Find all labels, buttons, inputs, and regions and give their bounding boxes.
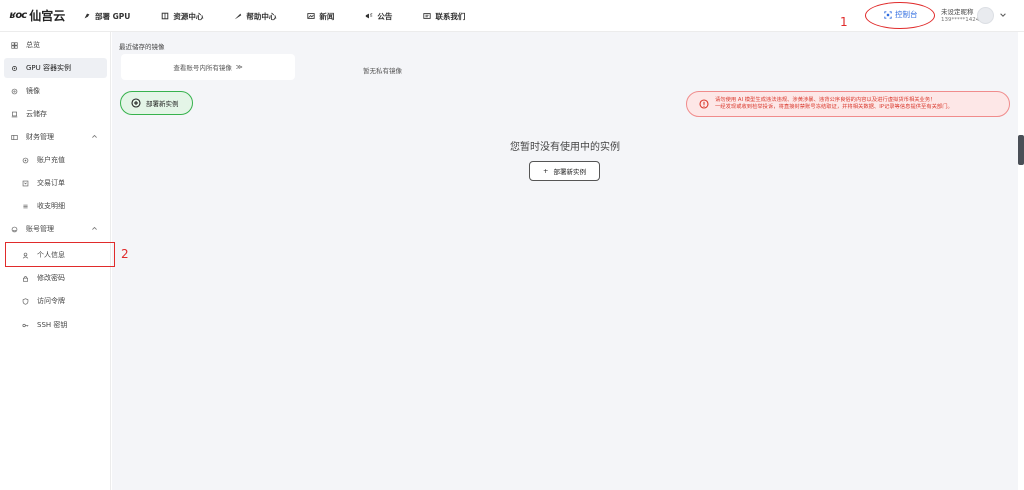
book-icon — [162, 12, 169, 20]
side-scroll-handle[interactable] — [1018, 135, 1024, 165]
sidebar-item-label: 交易订单 — [37, 179, 65, 187]
sidebar-item-label: 账号管理 — [26, 225, 54, 233]
policy-warning: 请勿使用 AI 模型生成违法违规、涉黄涉暴、违背公序良俗的内容以及进行虚拟货币相… — [686, 91, 1010, 117]
plus-icon: + — [543, 167, 549, 175]
avatar[interactable] — [977, 7, 994, 24]
annotation-number-1: 1 — [840, 15, 848, 29]
main-content: 最近储存的镜像 查看账号内所有镜像 ≫ 暂无私有镜像 部署新实例 请勿使用 AI… — [112, 32, 1018, 490]
view-all-images-button[interactable]: 查看账号内所有镜像 ≫ — [121, 54, 295, 80]
rocket-icon — [84, 13, 90, 19]
chevron-down-icon[interactable] — [999, 11, 1007, 19]
deploy-instance-button[interactable]: 部署新实例 — [120, 91, 193, 115]
sidebar-item-transactions[interactable]: 收支明细 — [4, 196, 107, 216]
warning-line-1: 请勿使用 AI 模型生成违法违规、涉黄涉暴、违背公序良俗的内容以及进行虚拟货币相… — [715, 97, 936, 103]
account-icon — [11, 226, 18, 232]
nav-label: 资源中心 — [173, 11, 204, 21]
view-all-label: 查看账号内所有镜像 — [173, 64, 232, 72]
feather-icon — [235, 13, 242, 20]
sidebar-item-overview[interactable]: 总览 — [4, 35, 107, 55]
nav-help-center[interactable]: 帮助中心 — [234, 11, 276, 22]
lock-icon — [23, 275, 28, 282]
sidebar-item-label: 镜像 — [26, 87, 40, 95]
key-icon — [22, 323, 29, 327]
warning-text: 请勿使用 AI 模型生成违法违规、涉黄涉暴、违背公序良俗的内容以及进行虚拟货币相… — [715, 97, 953, 111]
annotation-number-2: 2 — [121, 247, 129, 261]
sidebar-item-label: 收支明细 — [37, 202, 65, 210]
sidebar-item-access-token[interactable]: 访问令牌 — [4, 291, 107, 311]
deploy-new-instance-button[interactable]: + 部署新实例 — [529, 161, 600, 181]
recharge-icon — [22, 157, 29, 163]
nav-label: 帮助中心 — [246, 11, 277, 21]
gear-icon — [11, 65, 18, 71]
sidebar-item-ssh-key[interactable]: SSH 密钥 — [4, 315, 107, 335]
user-phone: 139*****1424 — [941, 17, 980, 23]
nav-contact[interactable]: 联系我们 — [423, 11, 465, 22]
megaphone-icon — [366, 13, 373, 19]
main-nav: 部署 GPU 资源中心 帮助中心 新闻 公告 联系我们 — [83, 0, 496, 32]
list-icon — [23, 204, 28, 208]
overview-icon — [11, 41, 18, 49]
sidebar-item-gpu-instances[interactable]: GPU 容器实例 — [4, 58, 107, 78]
sidebar-item-label: GPU 容器实例 — [26, 64, 71, 72]
nav-label: 联系我们 — [435, 11, 466, 21]
sidebar-item-orders[interactable]: 交易订单 — [4, 173, 107, 193]
card-icon — [423, 13, 431, 19]
chevron-up-icon — [92, 226, 97, 230]
nav-label: 公告 — [377, 11, 393, 21]
deploy-label: 部署新实例 — [146, 100, 179, 108]
double-chevron-right-icon: ≫ — [235, 63, 243, 71]
sidebar-item-label: 财务管理 — [26, 133, 54, 141]
alert-circle-icon — [699, 99, 709, 109]
annotation-circle — [865, 2, 935, 29]
logo-text: 仙宫云 — [29, 9, 66, 23]
plus-circle-icon — [131, 98, 141, 108]
logo[interactable]: ʁoc 仙宫云 — [10, 7, 65, 24]
nav-deploy-gpu[interactable]: 部署 GPU — [83, 11, 130, 22]
sidebar-item-label: SSH 密钥 — [37, 321, 68, 329]
sidebar-item-label: 修改密码 — [37, 274, 65, 282]
nav-resource-center[interactable]: 资源中心 — [161, 11, 203, 22]
nav-label: 部署 GPU — [95, 11, 131, 21]
empty-private-images: 暂无私有镜像 — [363, 67, 402, 75]
nav-news[interactable]: 新闻 — [307, 11, 334, 22]
sidebar-item-label: 云储存 — [26, 110, 47, 118]
order-icon — [22, 180, 29, 186]
sidebar-item-storage[interactable]: 云储存 — [4, 104, 107, 124]
sidebar-item-recharge[interactable]: 账户充值 — [4, 150, 107, 170]
image-icon — [307, 13, 315, 19]
empty-instances-text: 您暂时没有使用中的实例 — [510, 142, 620, 153]
disc-icon — [11, 88, 18, 94]
logo-mark: ʁoc — [10, 10, 27, 21]
sidebar-item-label: 账户充值 — [37, 156, 65, 164]
nav-announcement[interactable]: 公告 — [365, 11, 392, 22]
sidebar-item-finance[interactable]: 财务管理 — [4, 127, 107, 147]
user-info[interactable]: 未设定昵称 139*****1424 — [941, 8, 979, 24]
recent-images-title: 最近储存的镜像 — [119, 43, 165, 51]
sidebar-item-account[interactable]: 账号管理 — [4, 219, 107, 239]
sidebar-item-label: 总览 — [26, 41, 40, 49]
sidebar-item-change-password[interactable]: 修改密码 — [4, 268, 107, 288]
sidebar-item-images[interactable]: 镜像 — [4, 81, 107, 101]
sidebar-item-label: 访问令牌 — [37, 297, 65, 305]
warning-line-2: 一经发现或收到检举投诉，将直接封禁账号冻结取证，并将相关数据、IP记录等信息提供… — [715, 104, 953, 110]
chevron-up-icon — [92, 134, 97, 138]
user-name: 未设定昵称 — [941, 8, 974, 16]
shield-icon — [22, 297, 29, 305]
deploy-outline-label: 部署新实例 — [553, 168, 586, 176]
storage-icon — [11, 111, 18, 117]
annotation-box — [5, 242, 115, 267]
finance-icon — [11, 134, 18, 140]
nav-label: 新闻 — [319, 11, 335, 21]
